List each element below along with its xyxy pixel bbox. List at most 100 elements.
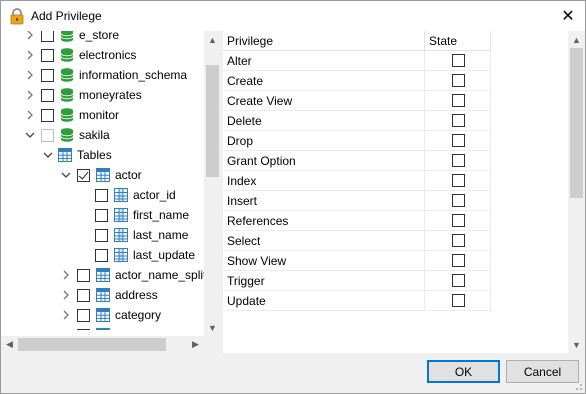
tree-item-checkbox[interactable] (41, 49, 54, 62)
tree-item-database[interactable]: electronics (1, 45, 204, 65)
tree-item-checkbox[interactable] (95, 249, 108, 262)
tree-item-checkbox[interactable] (41, 31, 54, 42)
tree-item-checkbox[interactable] (77, 329, 90, 330)
tree-item-database[interactable]: information_schema (1, 65, 204, 85)
cancel-button[interactable]: Cancel (506, 360, 579, 383)
chevron-right-icon[interactable] (23, 67, 37, 83)
ok-button[interactable]: OK (427, 360, 500, 383)
privilege-state-checkbox[interactable] (452, 294, 465, 307)
tree-item-database[interactable]: e_store (1, 31, 204, 45)
scroll-corner (204, 336, 221, 353)
scroll-thumb[interactable] (206, 65, 219, 177)
tree-item-label: actor_name_split (115, 268, 204, 282)
chevron-right-icon[interactable] (23, 87, 37, 103)
tree-item-column[interactable]: actor_id (1, 185, 204, 205)
resize-grip-icon[interactable] (573, 381, 583, 391)
tree-item-table[interactable]: city (1, 325, 204, 330)
tree-item-checkbox[interactable] (77, 309, 90, 322)
privilege-name: Grant Option (223, 151, 425, 171)
privilege-state-checkbox[interactable] (452, 194, 465, 207)
privilege-state-checkbox[interactable] (452, 94, 465, 107)
scroll-left-arrow-icon[interactable]: ◀ (1, 336, 18, 353)
tree-item-database[interactable]: monitor (1, 105, 204, 125)
tree-item-column[interactable]: last_name (1, 225, 204, 245)
privilege-state-checkbox[interactable] (452, 134, 465, 147)
tree-item-table[interactable]: actor_name_split (1, 265, 204, 285)
scroll-up-arrow-icon[interactable]: ▲ (204, 31, 221, 48)
privilege-row[interactable]: Trigger (223, 271, 491, 291)
tree-item-label: last_update (133, 248, 196, 262)
tree-item-checkbox[interactable] (95, 209, 108, 222)
chevron-down-icon[interactable] (59, 167, 73, 183)
tree-item-checkbox[interactable] (77, 169, 90, 182)
tree-item-column[interactable]: first_name (1, 205, 204, 225)
privilege-state-cell (425, 271, 491, 291)
privilege-state-checkbox[interactable] (452, 174, 465, 187)
tree-item-checkbox[interactable] (95, 189, 108, 202)
scroll-down-arrow-icon[interactable]: ▼ (204, 319, 221, 336)
scroll-right-arrow-icon[interactable]: ▶ (187, 336, 204, 353)
tree-item-checkbox[interactable] (77, 289, 90, 302)
privilege-state-checkbox[interactable] (452, 74, 465, 87)
privilege-row[interactable]: Grant Option (223, 151, 491, 171)
table-icon (96, 328, 110, 330)
tree-item-column[interactable]: last_update (1, 245, 204, 265)
tree-item-checkbox[interactable] (41, 69, 54, 82)
privilege-state-checkbox[interactable] (452, 114, 465, 127)
privilege-row[interactable]: Update (223, 291, 491, 311)
title-bar[interactable]: Add Privilege ✕ (1, 1, 585, 31)
privilege-row[interactable]: Index (223, 171, 491, 191)
tree-item-tables-folder[interactable]: Tables (1, 145, 204, 165)
privilege-row[interactable]: Drop (223, 131, 491, 151)
chevron-down-icon[interactable] (41, 147, 55, 163)
tree-item-table[interactable]: category (1, 305, 204, 325)
privilege-row[interactable]: References (223, 211, 491, 231)
tree-item-label: actor (115, 168, 142, 182)
privilege-row[interactable]: Delete (223, 111, 491, 131)
privilege-state-checkbox[interactable] (452, 154, 465, 167)
privilege-row[interactable]: Insert (223, 191, 491, 211)
tree-horizontal-scrollbar[interactable]: ◀ ▶ (1, 336, 204, 353)
privilege-row[interactable]: Create (223, 71, 491, 91)
close-icon: ✕ (561, 8, 575, 25)
privilege-state-checkbox[interactable] (452, 214, 465, 227)
scroll-up-arrow-icon[interactable]: ▲ (568, 31, 585, 48)
chevron-right-icon[interactable] (23, 47, 37, 63)
tree-item-database[interactable]: sakila (1, 125, 204, 145)
column-icon (114, 248, 128, 262)
chevron-right-icon[interactable] (59, 307, 73, 323)
privilege-state-checkbox[interactable] (452, 254, 465, 267)
tree-item-label: e_store (79, 31, 120, 42)
privilege-name: Select (223, 231, 425, 251)
privilege-row[interactable]: Select (223, 231, 491, 251)
tree-item-checkbox[interactable] (41, 89, 54, 102)
tree-item-database[interactable]: moneyrates (1, 85, 204, 105)
privilege-row[interactable]: Alter (223, 51, 491, 71)
tree-item-table[interactable]: address (1, 285, 204, 305)
close-button[interactable]: ✕ (559, 7, 577, 25)
scroll-thumb[interactable] (570, 48, 583, 198)
tree-item-checkbox[interactable] (41, 109, 54, 122)
privilege-state-checkbox[interactable] (452, 274, 465, 287)
tree-vertical-scrollbar[interactable]: ▲ ▼ (204, 31, 221, 336)
privilege-row[interactable]: Create View (223, 91, 491, 111)
tree-item-checkbox[interactable] (95, 229, 108, 242)
privilege-row[interactable]: Show View (223, 251, 491, 271)
chevron-right-icon[interactable] (59, 267, 73, 283)
privilege-state-checkbox[interactable] (452, 54, 465, 67)
scroll-down-arrow-icon[interactable]: ▼ (568, 336, 585, 353)
state-column-header[interactable]: State (425, 31, 491, 51)
privilege-state-checkbox[interactable] (452, 234, 465, 247)
tree-item-checkbox[interactable] (41, 129, 54, 142)
privilege-column-header[interactable]: Privilege (223, 31, 425, 51)
grid-vertical-scrollbar[interactable]: ▲ ▼ (568, 31, 585, 353)
tree-item-label: city (115, 328, 133, 330)
scroll-thumb[interactable] (18, 338, 166, 351)
chevron-right-icon[interactable] (23, 31, 37, 43)
chevron-down-icon[interactable] (23, 127, 37, 143)
tree-item-checkbox[interactable] (77, 269, 90, 282)
chevron-right-icon[interactable] (59, 287, 73, 303)
chevron-right-icon[interactable] (23, 107, 37, 123)
tree-item-table[interactable]: actor (1, 165, 204, 185)
chevron-right-icon[interactable] (59, 327, 73, 330)
